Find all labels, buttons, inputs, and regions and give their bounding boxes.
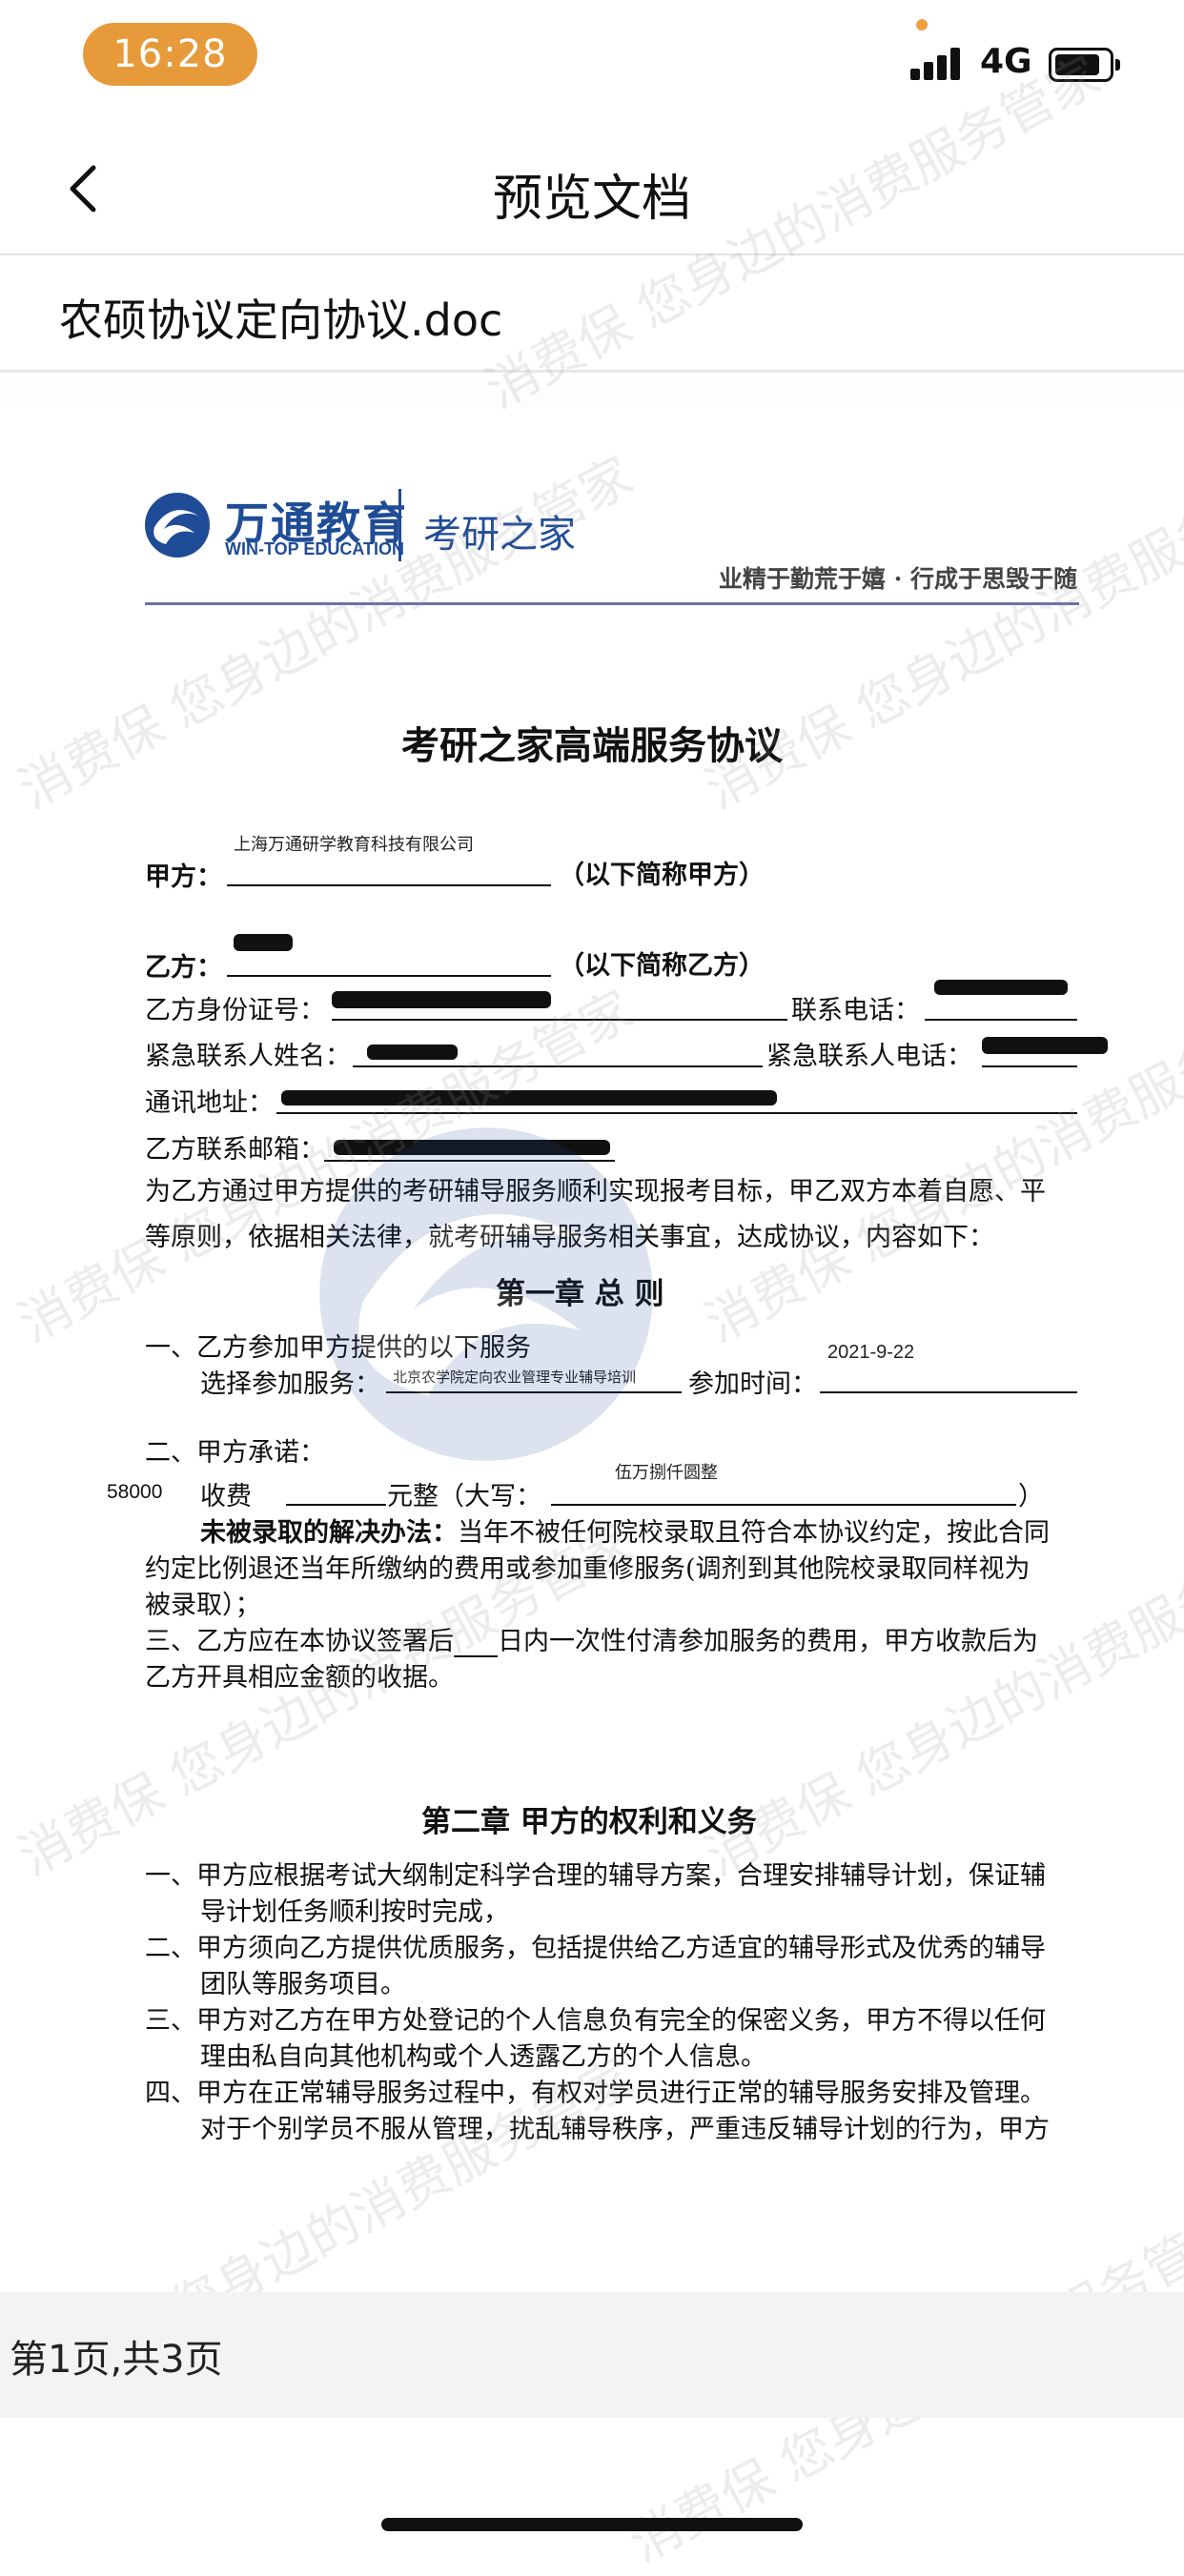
c1-item3-text: 三、乙方应在本协议签署后 — [145, 1627, 454, 1656]
logo-divider — [398, 489, 401, 561]
c2-line: 理由私自向其他机构或个人透露乙方的个人信息。 — [200, 2042, 766, 2072]
emergency-phone-underline — [982, 1065, 1077, 1067]
c1-solution-text: 被录取）； — [145, 1591, 261, 1620]
page-indicator-text: 第1页,共3页 — [10, 2338, 223, 2382]
party-a-suffix: （以下简称甲方） — [559, 861, 765, 890]
emergency-phone-label: 紧急联系人电话： — [766, 1042, 972, 1071]
document-viewer[interactable]: 万通教育 WIN-TOP EDUCATION 考研之家 业精于勤荒于嬉 · 行成… — [0, 379, 1184, 2295]
c1-solution-text: 约定比例退还当年所缴纳的费用或参加重修服务(调剂到其他院校录取同样视为 — [145, 1554, 1031, 1584]
intro-line: 为乙方通过甲方提供的考研辅导服务顺利实现报考目标，甲乙双方本着自愿、平 — [145, 1177, 1046, 1207]
redaction — [334, 1140, 610, 1155]
c2-line: 二、甲方须向乙方提供优质服务，包括提供给乙方适宜的辅导形式及优秀的辅导 — [145, 1934, 1046, 1963]
header-rule — [145, 602, 1079, 605]
home-indicator[interactable] — [381, 2518, 803, 2531]
email-underline — [324, 1160, 615, 1162]
c1-service-underline — [386, 1391, 682, 1393]
nav-bar: 预览文档 — [0, 124, 1184, 255]
logo-subtitle: 考研之家 — [423, 513, 576, 557]
emergency-name-label: 紧急联系人姓名： — [145, 1042, 351, 1071]
id-label: 乙方身份证号： — [145, 996, 325, 1025]
status-time: 16:28 — [83, 23, 257, 86]
party-a-underline — [227, 884, 551, 886]
redaction — [934, 980, 1068, 995]
party-b-underline — [227, 975, 551, 977]
c1-service-value: 北京农学院定向农业管理专业辅导培训 — [393, 1369, 637, 1386]
redaction — [332, 991, 551, 1008]
intro-line: 等原则，依据相关法律，就考研辅导服务相关事宜，达成协议，内容如下： — [145, 1223, 994, 1252]
party-b-label: 乙方： — [145, 953, 222, 983]
c1-solution-text: 当年不被任何院校录取且符合本协议约定，按此合同 — [458, 1518, 1050, 1548]
c2-line: 一、甲方应根据考试大纲制定科学合理的辅导方案，合理安排辅导计划，保证辅 — [145, 1861, 1046, 1891]
chapter-1-heading: 第一章 总 则 — [496, 1277, 664, 1311]
chapter-2-heading: 第二章 甲方的权利和义务 — [421, 1805, 757, 1839]
party-a-name: 上海万通研学教育科技有限公司 — [234, 835, 474, 855]
logo-english-text: WIN-TOP EDUCATION — [225, 539, 404, 558]
c1-time-label: 参加时间： — [688, 1369, 817, 1399]
c1-fee-upper: 伍万捌仟圆整 — [615, 1463, 718, 1483]
address-label: 通讯地址： — [145, 1088, 274, 1118]
c1-fee-amount: 58000 — [107, 1481, 163, 1503]
redaction — [982, 1037, 1108, 1054]
c1-solution-bold: 未被录取的解决办法： — [200, 1518, 458, 1548]
redaction — [281, 1090, 777, 1105]
email-label: 乙方联系邮箱： — [145, 1135, 325, 1165]
c2-line: 四、甲方在正常辅导服务过程中，有权对学员进行正常的辅导服务安排及管理。 — [145, 2079, 1046, 2108]
c2-line: 三、甲方对乙方在甲方处登记的个人信息负有完全的保密义务，甲方不得以任何 — [145, 2006, 1046, 2036]
c2-line: 团队等服务项目。 — [200, 1970, 406, 1999]
c1-days-blank — [454, 1633, 498, 1657]
page-title: 预览文档 — [492, 171, 691, 228]
network-label: 4G — [980, 42, 1032, 81]
redaction — [367, 1045, 458, 1060]
c1-item1: 一、乙方参加甲方提供的以下服务 — [145, 1333, 531, 1363]
c1-fee-close: ） — [1018, 1482, 1044, 1511]
c1-fee-upper-underline — [551, 1504, 1016, 1506]
c1-service-label: 选择参加服务： — [200, 1369, 380, 1399]
c1-fee-label: 收费 — [200, 1482, 252, 1511]
phone-underline — [925, 1019, 1077, 1021]
page-indicator: 第1页,共3页 — [0, 2292, 1184, 2418]
battery-icon — [1049, 48, 1120, 82]
c1-item2: 二、甲方承诺： — [145, 1438, 325, 1468]
address-underline — [276, 1112, 1077, 1114]
c1-fee-underline — [286, 1504, 386, 1506]
file-name-row: 农硕协议定向协议.doc — [0, 255, 1184, 373]
c1-item3-text: 乙方开具相应金额的收据。 — [145, 1663, 454, 1693]
c1-item3-text: 日内一次性付清参加服务的费用，甲方收款后为 — [498, 1627, 1038, 1656]
party-a-label: 甲方： — [145, 862, 222, 892]
signal-icon — [910, 48, 964, 80]
recording-dot-icon — [916, 19, 928, 30]
c1-time-underline — [820, 1391, 1077, 1393]
redaction — [234, 934, 293, 951]
status-bar: 16:28 4G — [0, 0, 1184, 114]
wintop-logo-icon — [145, 493, 210, 558]
emergency-name-underline — [353, 1065, 763, 1067]
file-name: 农硕协议定向协议.doc — [59, 294, 503, 346]
c2-line: 对于个别学员不服从管理，扰乱辅导秩序，严重违反辅导计划的行为，甲方 — [200, 2115, 1050, 2144]
c1-time-value: 2021-9-22 — [827, 1342, 915, 1363]
slogan: 业精于勤荒于嬉 · 行成于思毁于随 — [718, 565, 1077, 593]
document-title: 考研之家高端服务协议 — [401, 723, 783, 768]
party-b-suffix: （以下简称乙方） — [559, 951, 765, 981]
id-underline — [332, 1019, 787, 1021]
c2-line: 导计划任务顺利按时完成， — [200, 1897, 509, 1927]
phone-label: 联系电话： — [791, 996, 920, 1025]
document-page: 万通教育 WIN-TOP EDUCATION 考研之家 业精于勤荒于嬉 · 行成… — [0, 408, 1184, 2295]
c1-fee-unit: 元整（大写： — [387, 1482, 541, 1511]
